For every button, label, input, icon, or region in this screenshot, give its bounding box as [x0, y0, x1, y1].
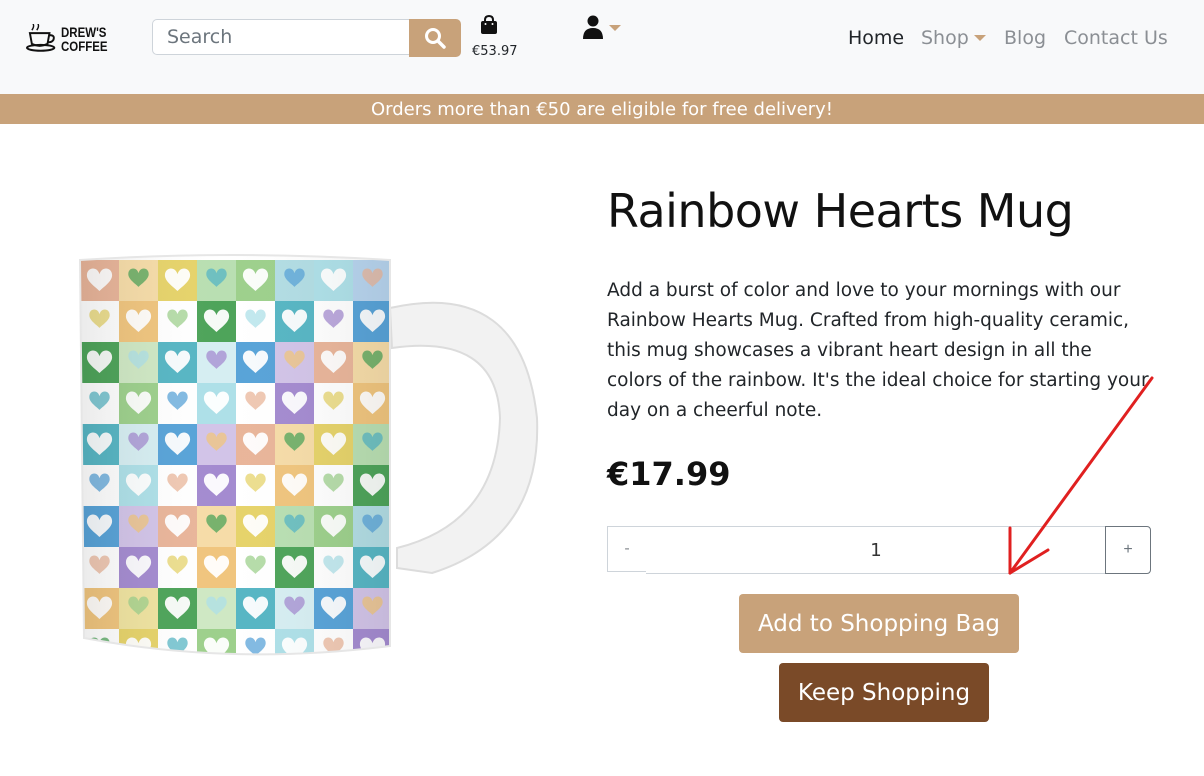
nav-contact[interactable]: Contact Us: [1064, 27, 1168, 49]
account-menu[interactable]: [583, 15, 621, 39]
caret-down-icon: [609, 25, 621, 31]
quantity-stepper: - +: [607, 526, 1151, 574]
nav-shop[interactable]: Shop: [921, 27, 986, 49]
add-to-bag-button[interactable]: Add to Shopping Bag: [739, 594, 1019, 653]
nav-blog[interactable]: Blog: [1004, 27, 1046, 49]
caret-down-icon: [973, 35, 986, 41]
shopping-bag-icon: [481, 15, 497, 34]
product-title: Rainbow Hearts Mug: [607, 184, 1074, 238]
bag-total: €53.97: [472, 44, 518, 59]
search-input[interactable]: [152, 19, 410, 55]
logo-line-1: DREW'S: [61, 24, 107, 40]
quantity-increase-button[interactable]: +: [1105, 526, 1151, 574]
mug-handle: [388, 301, 539, 575]
coffee-cup-icon: [26, 24, 56, 52]
logo[interactable]: DREW'S COFFEE: [26, 22, 118, 56]
free-delivery-banner: Orders more than €50 are eligible for fr…: [0, 94, 1204, 124]
logo-text: DREW'S COFFEE: [61, 25, 108, 53]
quantity-decrease-button[interactable]: -: [607, 526, 647, 572]
nav-home[interactable]: Home: [848, 27, 904, 49]
user-icon: [583, 15, 603, 39]
keep-shopping-button[interactable]: Keep Shopping: [779, 663, 989, 722]
quantity-input[interactable]: [646, 526, 1106, 574]
search-icon: [425, 28, 446, 49]
search-button[interactable]: [409, 19, 461, 57]
logo-line-2: COFFEE: [61, 38, 108, 54]
shopping-bag[interactable]: €53.97: [472, 15, 520, 65]
navbar: DREW'S COFFEE €53.97 Home Shop Blog Cont…: [0, 0, 1204, 94]
nav-shop-label: Shop: [921, 27, 969, 49]
product-price: €17.99: [607, 455, 731, 493]
product-image: [78, 254, 539, 656]
product-description: Add a burst of color and love to your mo…: [607, 280, 1149, 421]
